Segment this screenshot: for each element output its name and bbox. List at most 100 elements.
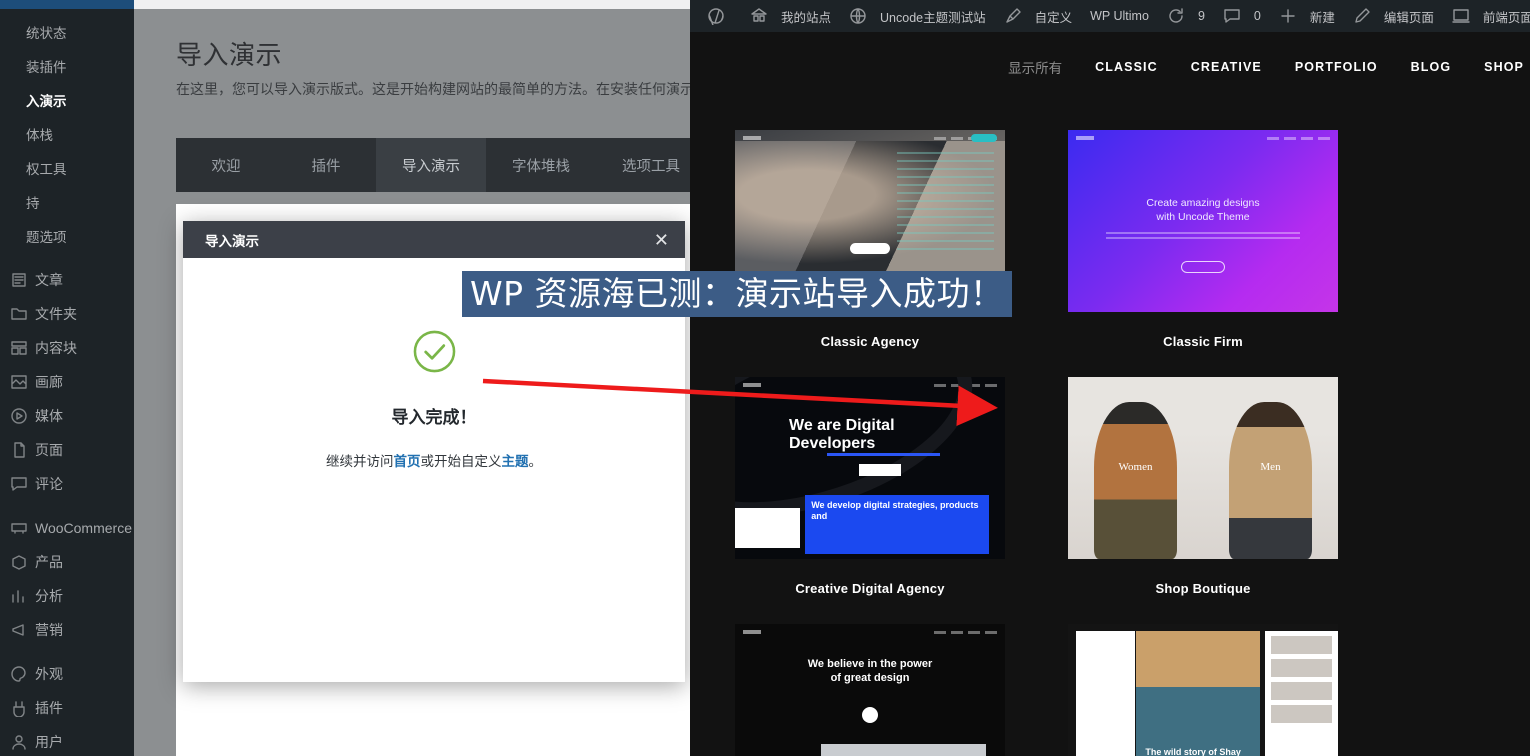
adminbar-item-6[interactable]: 0 <box>1214 0 1270 32</box>
sidebar-item-10[interactable]: 画廊 <box>0 365 134 399</box>
demo-thumbnail[interactable]: The wild story of Shay Garnham is amazin… <box>1068 624 1338 756</box>
admin-tab-label: 选项工具 <box>622 158 680 175</box>
sidebar-item-17[interactable]: 营销 <box>0 613 134 647</box>
sidebar-item-12[interactable]: 页面 <box>0 433 134 467</box>
appearance-icon <box>10 665 35 683</box>
demo-thumbnail[interactable]: Create amazing designs with Uncode Theme <box>1068 130 1338 312</box>
content-block-icon <box>10 339 35 357</box>
admin-tab-label: 导入演示 <box>402 158 460 175</box>
sidebar-item-6[interactable]: 题选项 <box>0 219 134 253</box>
sidebar-item-label: 装插件 <box>26 60 67 75</box>
import-complete-heading: 导入完成！ <box>391 408 477 427</box>
admin-tab-label: 欢迎 <box>211 158 241 175</box>
products-icon <box>10 553 35 571</box>
adminbar-item-3[interactable]: 自定义 <box>995 0 1082 32</box>
adminbar-item-4[interactable]: WP Ultimo <box>1081 0 1158 32</box>
demo-card-5[interactable]: The wild story of Shay Garnham is amazin… <box>1050 624 1356 756</box>
site-icon <box>849 7 874 25</box>
sidebar-separator <box>0 647 134 657</box>
adminbar-item-label: 新建 <box>1309 10 1335 25</box>
wp-admin-bar[interactable]: 我的站点 Uncode主题测试站 自定义 WP Ultimo 9 0 新建 编辑页面 前端页面构… <box>690 0 1530 32</box>
plugins2-icon <box>10 699 35 717</box>
admin-tab-3[interactable]: 字体堆栈 <box>486 138 596 192</box>
sidebar-item-19[interactable]: 插件 <box>0 691 134 725</box>
adminbar-item-8[interactable]: 编辑页面 <box>1344 0 1443 32</box>
pencil-icon <box>1353 7 1378 25</box>
sidebar-item-label: 评论 <box>35 476 63 492</box>
sidebar-item-20[interactable]: 用户 <box>0 725 134 756</box>
sidebar-item-4[interactable]: 权工具 <box>0 151 134 185</box>
admin-top-bar <box>0 0 134 9</box>
adminbar-item-9[interactable]: 前端页面构建器 <box>1443 0 1530 32</box>
demo-card-3[interactable]: Women Men Shop Boutique <box>1050 377 1356 596</box>
admin-tab-2[interactable]: 导入演示 <box>376 138 486 192</box>
sidebar-item-label: 体栈 <box>26 128 53 143</box>
modal-title: 导入演示 <box>205 233 259 249</box>
thumb-menu <box>1267 136 1330 140</box>
demo-grid[interactable]: Classic Agency Create amazing designs with… <box>690 102 1530 756</box>
thumb-mini-header <box>735 624 1005 640</box>
demo-thumbnail[interactable]: We believe in the power of great design <box>735 624 1005 756</box>
wordpress-logo-icon <box>707 7 732 25</box>
sidebar-item-13[interactable]: 评论 <box>0 467 134 501</box>
sidebar-item-18[interactable]: 外观 <box>0 657 134 691</box>
admin-tab-0[interactable]: 欢迎 <box>176 138 276 192</box>
admin-tab-1[interactable]: 插件 <box>276 138 376 192</box>
sidebar-item-0[interactable]: 统状态 <box>0 15 134 49</box>
my-sites-icon <box>750 7 775 25</box>
nav-link-2[interactable]: CREATIVE <box>1191 60 1262 74</box>
sidebar-item-label: 用户 <box>35 734 63 750</box>
media-icon <box>10 407 35 425</box>
sidebar-item-9[interactable]: 内容块 <box>0 331 134 365</box>
demo-thumbnail[interactable]: Women Men <box>1068 377 1338 559</box>
sidebar-item-8[interactable]: 文件夹 <box>0 297 134 331</box>
sidebar-item-label: 产品 <box>35 554 63 570</box>
sidebar-item-2[interactable]: 入演示 <box>0 83 134 117</box>
admin-sidebar[interactable]: 统状态装插件入演示体栈权工具持题选项文章 文件夹 内容块 画廊 媒体页面评论 WooCom… <box>0 9 134 756</box>
demo-filter-nav[interactable]: 显示所有 CLASSIC CREATIVE PORTFOLIO BLOG SHOP <box>690 32 1530 102</box>
demo-card-4[interactable]: We believe in the powerof great designCr… <box>717 624 1023 756</box>
sidebar-item-11[interactable]: 媒体 <box>0 399 134 433</box>
adminbar-item-2[interactable]: Uncode主题测试站 <box>840 0 995 32</box>
sidebar-item-14[interactable]: WooCommerce <box>0 511 134 545</box>
screen-root: 统状态装插件入演示体栈权工具持题选项文章 文件夹 内容块 画廊 媒体页面评论 WooCom… <box>0 0 1530 756</box>
nav-link-1[interactable]: CLASSIC <box>1095 60 1158 74</box>
demo-thumbnail[interactable]: We are Digital Developers We develop digit… <box>735 377 1005 559</box>
adminbar-item-0[interactable] <box>698 0 741 32</box>
demo-card-2[interactable]: We are Digital Developers We develop digit… <box>717 377 1023 596</box>
home-link[interactable]: 首页 <box>394 454 421 469</box>
nav-link-0[interactable]: 显示所有 <box>1008 57 1062 77</box>
demo-card-1[interactable]: Create amazing designs with Uncode Theme C… <box>1050 130 1356 349</box>
sidebar-item-label: WooCommerce <box>35 520 132 536</box>
nav-link-3[interactable]: PORTFOLIO <box>1295 60 1378 74</box>
sidebar-item-3[interactable]: 体栈 <box>0 117 134 151</box>
pages-icon <box>10 441 35 459</box>
sidebar-item-1[interactable]: 装插件 <box>0 49 134 83</box>
sidebar-item-label: 页面 <box>35 442 63 458</box>
sidebar-item-16[interactable]: 分析 <box>0 579 134 613</box>
adminbar-item-label: 9 <box>1197 9 1205 23</box>
adminbar-item-label: Uncode主题测试站 <box>880 10 986 25</box>
nav-link-5[interactable]: SHOP <box>1484 60 1524 74</box>
adminbar-item-5[interactable]: 9 <box>1158 0 1214 32</box>
adminbar-item-label: 自定义 <box>1034 10 1073 25</box>
sidebar-item-7[interactable]: 文章 <box>0 263 134 297</box>
sidebar-item-5[interactable]: 持 <box>0 185 134 219</box>
frontend-builder-icon <box>1452 7 1477 25</box>
sidebar-item-label: 权工具 <box>26 162 67 177</box>
woocommerce-icon <box>10 519 35 537</box>
sidebar-item-15[interactable]: 产品 <box>0 545 134 579</box>
close-icon[interactable]: ✕ <box>654 231 669 249</box>
analytics-icon <box>10 587 35 605</box>
modal-header: 导入演示 ✕ <box>183 221 685 258</box>
note-suffix: 。 <box>528 454 543 469</box>
demo-caption: Shop Boutique <box>1155 581 1251 596</box>
thumb-logo <box>743 630 761 634</box>
watermark-banner: WP 资源海已测：演示站导入成功！ <box>462 271 1012 317</box>
folder-icon <box>10 305 35 323</box>
adminbar-item-1[interactable]: 我的站点 <box>741 0 840 32</box>
nav-link-4[interactable]: BLOG <box>1411 60 1452 74</box>
adminbar-item-7[interactable]: 新建 <box>1270 0 1344 32</box>
marketing-icon <box>10 621 35 639</box>
theme-link[interactable]: 主题 <box>502 454 529 469</box>
